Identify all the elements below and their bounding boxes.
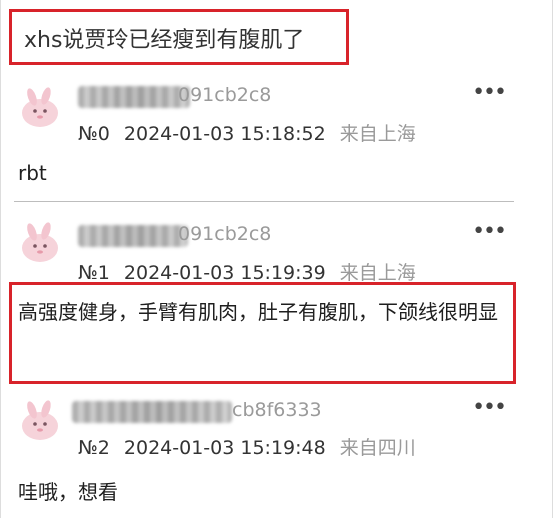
post-location: 来自上海 [339,123,416,145]
post-timestamp: 2024-01-03 15:18:52 [123,123,326,145]
floor-number: №0 [78,123,110,145]
post-divider [14,201,514,202]
thread-title: xhs说贾玲已经瘦到有腹肌了 [24,28,305,53]
username-redacted[interactable] [78,86,190,108]
post-meta: №1 2024-01-03 15:19:39 来自上海 [78,258,416,285]
post-meta: №0 2024-01-03 15:18:52 来自上海 [78,119,416,146]
more-options-button[interactable]: ••• [472,82,507,104]
avatar[interactable] [16,397,64,445]
floor-number: №1 [78,262,110,284]
avatar[interactable] [16,219,64,267]
post-location: 来自四川 [339,437,416,459]
user-id: 091cb2c8 [178,223,272,245]
post-meta: №2 2024-01-03 15:19:48 来自四川 [78,433,416,460]
floor-number: №2 [78,437,110,459]
avatar[interactable] [16,84,64,132]
username-redacted[interactable] [72,401,232,423]
comment-highlight-box [9,282,516,384]
post-timestamp: 2024-01-03 15:19:39 [123,262,326,284]
username-redacted[interactable] [78,225,188,247]
more-options-button[interactable]: ••• [472,397,507,419]
post-content: rbt [18,161,47,185]
post-location: 来自上海 [339,262,416,284]
post-timestamp: 2024-01-03 15:19:48 [123,437,326,459]
user-id: cb8f6333 [232,399,322,421]
user-id: 091cb2c8 [178,84,272,106]
forum-thread-page: xhs说贾玲已经瘦到有腹肌了 091cb2c8 №0 2024-01-03 15… [0,0,553,520]
post-content: 哇哦，想看 [18,480,118,504]
more-options-button[interactable]: ••• [472,221,507,243]
